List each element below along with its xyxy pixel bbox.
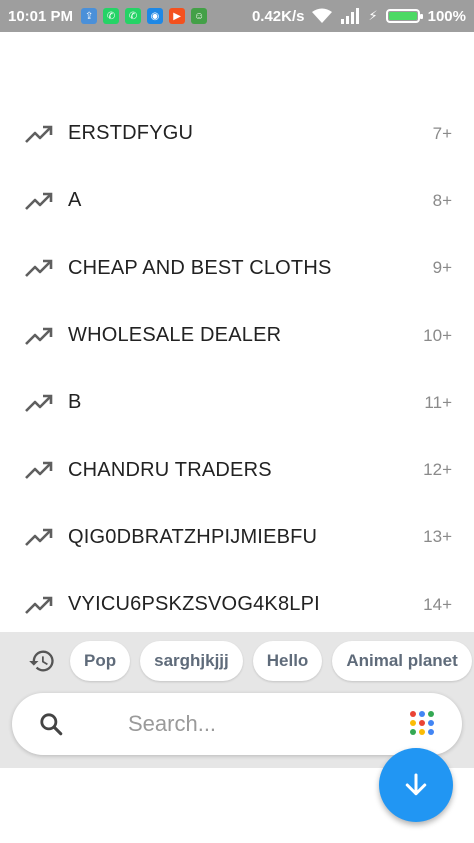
status-right: 0.42K/s ⚡ 100%	[252, 8, 466, 25]
status-bar: 10:01 PM ⇪ ✆ ✆ ◉ ▶ ☺ 0.42K/s ⚡ 100%	[0, 0, 474, 32]
trending-item[interactable]: CHANDRU TRADERS 12+	[0, 436, 474, 503]
camera-app-icon: ◉	[147, 8, 164, 24]
trending-label: QIG0DBRATZHPIJMIEBFU	[68, 525, 318, 548]
search-bar[interactable]	[12, 693, 462, 755]
trending-rank: 11+	[424, 392, 452, 412]
trending-rank: 10+	[423, 325, 452, 345]
grid-dot	[428, 711, 434, 717]
trending-rank: 8+	[432, 190, 452, 210]
trending-rank: 9+	[432, 258, 452, 278]
trending-item[interactable]: B 11+	[0, 369, 474, 436]
trending-up-icon	[24, 391, 54, 415]
trending-label: CHEAP AND BEST CLOTHS	[68, 256, 332, 279]
grid-dot	[419, 711, 425, 717]
apps-grid-icon[interactable]	[410, 711, 434, 735]
grid-dot	[419, 720, 425, 726]
battery-fill	[388, 12, 417, 20]
recent-search-chip[interactable]: Hello	[252, 641, 323, 681]
trending-label: CHANDRU TRADERS	[68, 458, 272, 481]
trending-item[interactable]: QIG0DBRATZHPIJMIEBFU 13+	[0, 504, 474, 571]
recent-search-chip[interactable]: Pop	[70, 641, 131, 681]
trending-rank: 12+	[423, 460, 452, 480]
trending-label: A	[68, 189, 82, 212]
recent-searches-row: Pop sarghjkjjj Hello Animal planet	[0, 640, 474, 682]
arrow-down-icon	[405, 773, 427, 796]
trending-item[interactable]: WHOLESALE DEALER 10+	[0, 302, 474, 369]
network-speed: 0.42K/s	[251, 7, 305, 25]
upload-app-icon: ⇪	[81, 8, 98, 24]
trending-up-icon	[24, 324, 54, 348]
trending-label: ERSTDFYGU	[68, 122, 194, 145]
search-icon[interactable]	[38, 711, 64, 737]
status-time: 10:01 PM	[8, 7, 74, 25]
trending-up-icon	[24, 189, 54, 213]
wifi-icon	[312, 8, 333, 23]
trending-label: VYICU6PSKZSVOG4K8LPI	[68, 593, 320, 616]
trending-rank: 13+	[423, 527, 452, 547]
scroll-down-button[interactable]	[379, 748, 453, 822]
trending-rank: 7+	[432, 123, 452, 143]
video-app-icon: ▶	[169, 8, 186, 24]
trending-up-icon	[24, 593, 54, 617]
signal-icon	[341, 8, 360, 24]
history-icon[interactable]	[28, 647, 56, 675]
trending-rank: 14+	[423, 594, 452, 614]
grid-dot	[419, 729, 425, 735]
recent-search-chip[interactable]: sarghjkjjj	[140, 641, 243, 681]
trending-up-icon	[24, 122, 54, 146]
recent-search-chip[interactable]: Animal planet	[332, 641, 472, 681]
android-app-icon: ☺	[191, 8, 208, 24]
notification-icons: ⇪ ✆ ✆ ◉ ▶ ☺	[81, 8, 213, 24]
trending-up-icon	[24, 256, 54, 280]
trending-item[interactable]: A 8+	[0, 167, 474, 234]
trending-list: ERSTDFYGU 7+ A 8+ CHEAP AND BEST CLOTHS 9+ WHO…	[0, 100, 474, 638]
grid-dot	[428, 720, 434, 726]
battery-percent: 100%	[427, 7, 466, 25]
charging-icon: ⚡	[368, 8, 378, 23]
grid-dot	[410, 720, 416, 726]
trending-label: B	[68, 391, 82, 414]
trending-item[interactable]: ERSTDFYGU 7+	[0, 100, 474, 167]
trending-item[interactable]: CHEAP AND BEST CLOTHS 9+	[0, 235, 474, 302]
whatsapp-icon-2: ✆	[125, 8, 142, 24]
battery-icon	[385, 9, 423, 23]
whatsapp-icon: ✆	[103, 8, 120, 24]
grid-dot	[428, 729, 434, 735]
trending-item[interactable]: VYICU6PSKZSVOG4K8LPI 14+	[0, 571, 474, 638]
grid-dot	[410, 711, 416, 717]
trending-up-icon	[24, 525, 54, 549]
trending-up-icon	[24, 458, 54, 482]
grid-dot	[410, 729, 416, 735]
trending-label: WHOLESALE DEALER	[68, 324, 282, 347]
search-input[interactable]	[128, 711, 368, 737]
